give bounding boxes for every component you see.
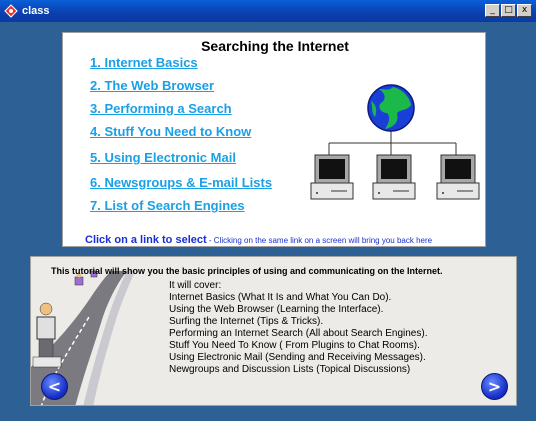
network-illustration (310, 84, 480, 200)
left-arrow-icon: < (47, 377, 62, 396)
link-performing-search[interactable]: 3. Performing a Search (90, 101, 232, 116)
computer-icon (372, 154, 416, 200)
list-item: Newgroups and Discussion Lists (Topical … (169, 364, 411, 375)
menu-panel: Searching the Internet 1. Internet Basic… (62, 32, 486, 247)
window-controls: _ □ x (485, 4, 532, 17)
link-web-browser[interactable]: 2. The Web Browser (90, 78, 214, 93)
computer-icon (310, 154, 354, 200)
list-item: Stuff You Need To Know ( From Plugins to… (169, 340, 420, 351)
page-title: Searching the Internet (201, 38, 349, 54)
previous-button[interactable]: < (41, 373, 68, 400)
link-search-engines[interactable]: 7. List of Search Engines (90, 198, 245, 213)
close-button[interactable]: x (517, 4, 532, 17)
minimize-button[interactable]: _ (485, 4, 500, 17)
list-item: Performing an Internet Search (All about… (169, 328, 428, 339)
app-window: class _ □ x Searching the Internet 1. In… (0, 0, 536, 421)
select-instruction: Click on a link to select - Clicking on … (85, 230, 432, 248)
list-item: Using the Web Browser (Learning the Inte… (169, 304, 384, 315)
coverage-list: It will cover: Internet Basics (What It … (169, 280, 427, 376)
title-bar[interactable]: class _ □ x (0, 0, 536, 22)
right-arrow-icon: > (487, 377, 502, 396)
app-icon (4, 4, 18, 18)
intro-text: This tutorial will show you the basic pr… (51, 266, 443, 276)
globe-icon (367, 84, 415, 132)
select-instruction-note: - Clicking on the same link on a screen … (206, 236, 433, 245)
list-item: Internet Basics (What It Is and What You… (169, 292, 392, 303)
maximize-button[interactable]: □ (501, 4, 516, 17)
link-newsgroups[interactable]: 6. Newsgroups & E-mail Lists (90, 175, 272, 190)
list-item: Surfing the Internet (Tips & Tricks). (169, 316, 324, 327)
list-item: Using Electronic Mail (Sending and Recei… (169, 352, 426, 363)
select-instruction-bold: Click on a link to select (85, 234, 207, 246)
computer-icon (436, 154, 480, 200)
description-panel: This tutorial will show you the basic pr… (30, 256, 517, 406)
link-internet-basics[interactable]: 1. Internet Basics (90, 55, 198, 70)
window-title: class (22, 5, 50, 17)
link-stuff-to-know[interactable]: 4. Stuff You Need to Know (90, 124, 251, 139)
coverage-heading: It will cover: (169, 280, 222, 291)
link-electronic-mail[interactable]: 5. Using Electronic Mail (90, 150, 236, 165)
next-button[interactable]: > (481, 373, 508, 400)
